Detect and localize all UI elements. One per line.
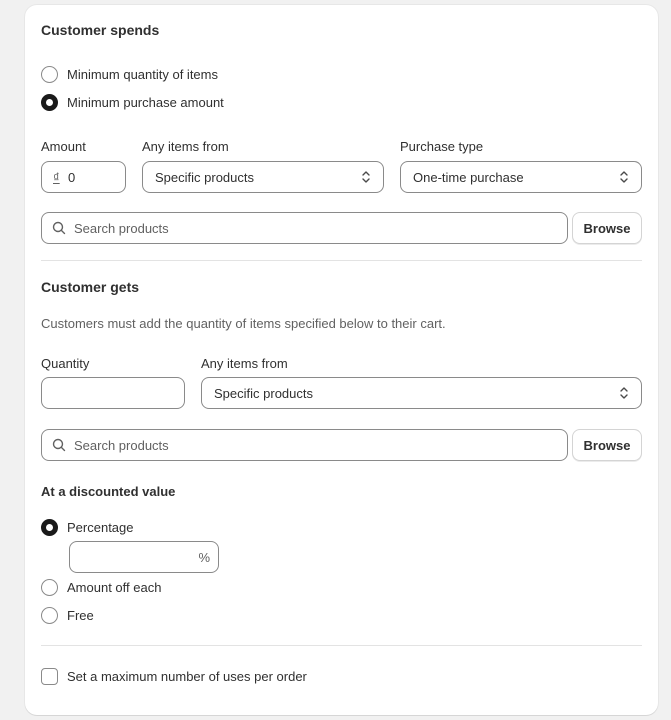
- radio-percentage[interactable]: [41, 519, 58, 536]
- gets-items-from-label: Any items from: [201, 356, 288, 371]
- radio-amount-off-each-label[interactable]: Amount off each: [67, 580, 161, 595]
- chevron-up-down-icon: [620, 387, 628, 399]
- customer-spends-heading: Customer spends: [41, 22, 160, 38]
- percentage-input[interactable]: %: [69, 541, 219, 573]
- search-icon: [52, 438, 66, 452]
- gets-browse-button[interactable]: Browse: [572, 429, 642, 461]
- amount-label: Amount: [41, 139, 86, 154]
- radio-min-purchase-amount-label[interactable]: Minimum purchase amount: [67, 95, 224, 110]
- spends-items-from-label: Any items from: [142, 139, 229, 154]
- spends-search-input[interactable]: Search products: [41, 212, 568, 244]
- quantity-label: Quantity: [41, 356, 90, 371]
- section-divider: [41, 645, 642, 646]
- radio-free[interactable]: [41, 607, 58, 624]
- customer-gets-description: Customers must add the quantity of items…: [41, 316, 446, 331]
- radio-min-quantity-label[interactable]: Minimum quantity of items: [67, 67, 218, 82]
- max-uses-label[interactable]: Set a maximum number of uses per order: [67, 669, 307, 684]
- section-divider: [41, 260, 642, 261]
- purchase-type-select[interactable]: One-time purchase: [400, 161, 642, 193]
- gets-items-from-select[interactable]: Specific products: [201, 377, 642, 409]
- purchase-type-label: Purchase type: [400, 139, 484, 154]
- spends-browse-button[interactable]: Browse: [572, 212, 642, 244]
- max-uses-checkbox[interactable]: [41, 668, 58, 685]
- radio-percentage-label[interactable]: Percentage: [67, 520, 134, 535]
- chevron-up-down-icon: [362, 171, 370, 183]
- amount-input[interactable]: ₫ 0: [41, 161, 126, 193]
- currency-prefix: ₫: [53, 169, 60, 185]
- discounted-value-heading: At a discounted value: [41, 484, 176, 499]
- gets-search-placeholder: Search products: [74, 437, 169, 453]
- radio-amount-off-each[interactable]: [41, 579, 58, 596]
- gets-items-from-value: Specific products: [214, 385, 313, 401]
- search-icon: [52, 221, 66, 235]
- radio-min-purchase-amount[interactable]: [41, 94, 58, 111]
- purchase-type-value: One-time purchase: [413, 169, 524, 185]
- quantity-input[interactable]: [41, 377, 185, 409]
- discount-requirements-card: Customer spends Minimum quantity of item…: [25, 5, 658, 715]
- spends-search-placeholder: Search products: [74, 220, 169, 236]
- radio-min-quantity[interactable]: [41, 66, 58, 83]
- percent-suffix: %: [198, 549, 210, 565]
- gets-search-input[interactable]: Search products: [41, 429, 568, 461]
- radio-free-label[interactable]: Free: [67, 608, 94, 623]
- amount-value: 0: [68, 169, 76, 185]
- chevron-up-down-icon: [620, 171, 628, 183]
- spends-items-from-value: Specific products: [155, 169, 254, 185]
- spends-items-from-select[interactable]: Specific products: [142, 161, 384, 193]
- customer-gets-heading: Customer gets: [41, 279, 140, 295]
